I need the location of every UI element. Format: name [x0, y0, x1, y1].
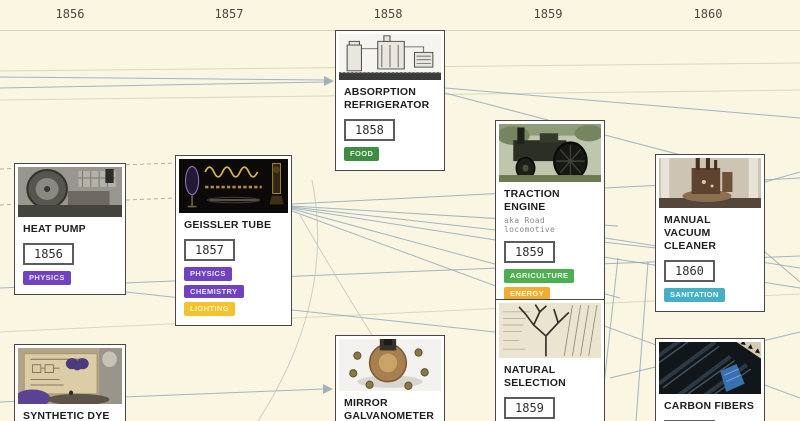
year-badge: 1860: [664, 260, 715, 283]
tag-row: PHYSICS CHEMISTRY LIGHTING: [184, 267, 283, 316]
invention-title: MIRROR GALVANOMETER: [344, 397, 435, 421]
tag-row: SANITATION: [664, 288, 756, 302]
manual-vacuum-cleaner-photo: [659, 158, 761, 208]
tag-physics[interactable]: PHYSICS: [23, 271, 71, 285]
tag-agriculture[interactable]: AGRICULTURE: [504, 269, 575, 283]
year-badge: 1859: [504, 241, 555, 264]
year-badge: 1856: [23, 243, 74, 266]
tag-food[interactable]: FOOD: [344, 147, 380, 161]
year-label-1857: 1857: [214, 7, 244, 21]
timeline-year-axis: 1856 1857 1858 1859 1860: [0, 0, 800, 30]
year-label-1858: 1858: [373, 7, 403, 21]
mirror-galvanometer-photo: [339, 339, 441, 391]
invention-title: SYNTHETIC DYE: [23, 410, 110, 421]
invention-card-manual-vacuum-cleaner[interactable]: MANUAL VACUUM CLEANER 1860 SANITATION: [655, 154, 765, 312]
year-badge: 1858: [344, 119, 395, 142]
traction-engine-photo: [499, 124, 601, 182]
year-label-1859: 1859: [533, 7, 563, 21]
invention-card-absorption-refrigerator[interactable]: ABSORPTION REFRIGERATOR 1858 FOOD: [335, 30, 445, 171]
tag-row: PHYSICS: [23, 271, 117, 285]
invention-title: ABSORPTION REFRIGERATOR: [344, 86, 430, 112]
tag-row: AGRICULTURE ENERGY: [504, 269, 596, 301]
synthetic-dye-photo: [18, 348, 122, 404]
invention-title: TRACTION ENGINE: [504, 188, 560, 214]
invention-timeline-canvas: 1856 1857 1858 1859 1860 ABSORPTION REFRIGER…: [0, 0, 800, 421]
geissler-tube-photo: [179, 159, 288, 213]
invention-card-geissler-tube[interactable]: GEISSLER TUBE 1857 PHYSICS CHEMISTRY LIGHTIN…: [175, 155, 292, 326]
invention-card-natural-selection[interactable]: NATURAL SELECTION1859BIOLOGY: [495, 299, 605, 421]
tag-row: FOOD: [344, 147, 436, 161]
year-label-1856: 1856: [55, 7, 85, 21]
invention-card-heat-pump[interactable]: HEAT PUMP 1856 PHYSICS: [14, 163, 126, 295]
invention-title: CARBON FIBERS: [664, 400, 755, 412]
invention-card-mirror-galvanometer[interactable]: MIRROR GALVANOMETER1858: [335, 335, 445, 421]
invention-card-synthetic-dye[interactable]: SYNTHETIC DYE1856: [14, 344, 126, 421]
tag-chemistry[interactable]: CHEMISTRY: [184, 284, 244, 299]
carbon-fibers-photo: [659, 342, 761, 394]
invention-card-carbon-fibers[interactable]: CARBON FIBERS1860: [655, 338, 765, 421]
tag-lighting[interactable]: LIGHTING: [184, 302, 236, 316]
tag-sanitation[interactable]: SANITATION: [664, 288, 725, 302]
year-label-1860: 1860: [693, 7, 723, 21]
invention-subtitle: aka Road locomotive: [504, 216, 556, 235]
natural-selection-sketch: [499, 303, 601, 358]
year-badge: 1859: [504, 397, 555, 420]
year-badge: 1857: [184, 239, 235, 262]
tag-physics[interactable]: PHYSICS: [184, 267, 232, 281]
absorption-refrigerator-diagram: [339, 34, 441, 80]
invention-title: HEAT PUMP: [23, 223, 86, 235]
invention-title: NATURAL SELECTION: [504, 364, 566, 390]
heat-pump-photo: [18, 167, 122, 217]
invention-title: GEISSLER TUBE: [184, 219, 272, 231]
invention-title: MANUAL VACUUM CLEANER: [664, 214, 717, 253]
invention-card-traction-engine[interactable]: TRACTION ENGINE aka Road locomotive 1859 AG…: [495, 120, 605, 311]
